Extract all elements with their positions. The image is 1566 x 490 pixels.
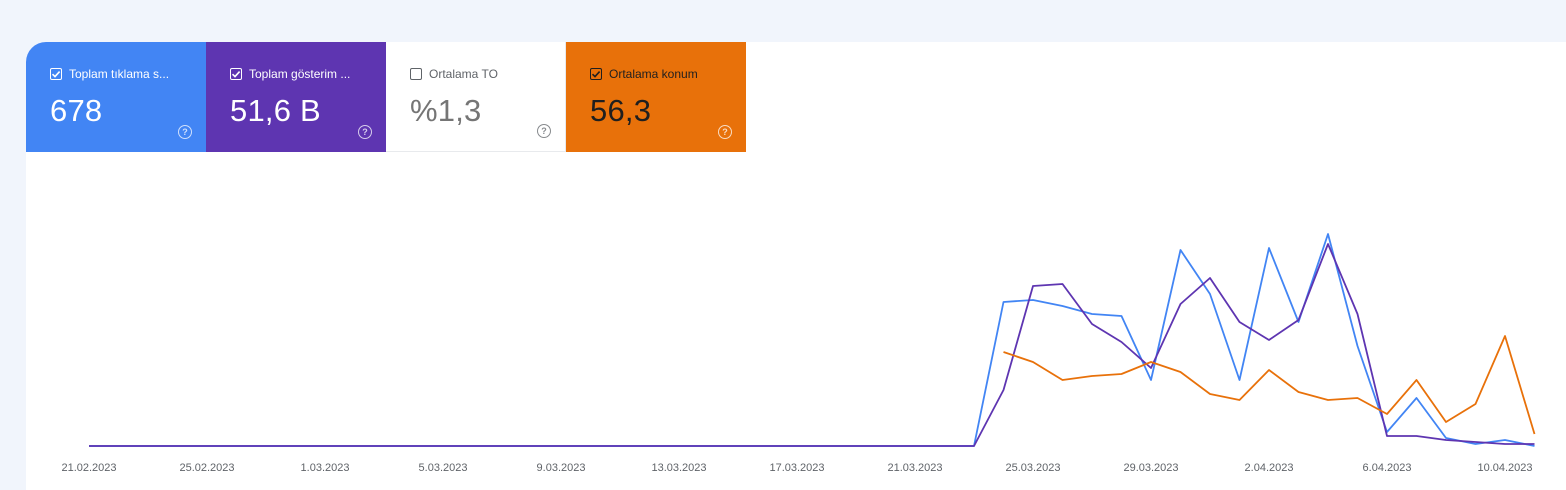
x-tick-label: 1.03.2023	[301, 462, 350, 474]
x-tick-label: 10.04.2023	[1477, 462, 1532, 474]
metric-total-impressions[interactable]: Toplam gösterim ... 51,6 B ?	[206, 42, 386, 152]
x-tick-label: 25.03.2023	[1005, 462, 1060, 474]
metric-average-position[interactable]: Ortalama konum 56,3 ?	[566, 42, 746, 152]
metric-value: 51,6 B	[230, 93, 321, 128]
x-tick-label: 13.03.2023	[651, 462, 706, 474]
metric-average-ctr[interactable]: Ortalama TO %1,3 ?	[386, 42, 566, 152]
x-tick-label: 9.03.2023	[537, 462, 586, 474]
x-tick-label: 29.03.2023	[1123, 462, 1178, 474]
metric-tabs: Toplam tıklama s... 678 ? Toplam gösteri…	[26, 42, 746, 152]
x-tick-label: 6.04.2023	[1363, 462, 1412, 474]
metric-total-clicks[interactable]: Toplam tıklama s... 678 ?	[26, 42, 206, 152]
metric-label: Toplam gösterim ...	[249, 67, 351, 81]
x-tick-label: 21.03.2023	[887, 462, 942, 474]
series-line-2	[1003, 335, 1536, 435]
help-icon[interactable]: ?	[178, 125, 192, 139]
x-tick-label: 21.02.2023	[61, 462, 116, 474]
metric-label: Ortalama konum	[609, 67, 698, 81]
help-icon[interactable]: ?	[358, 125, 372, 139]
x-tick-label: 25.02.2023	[179, 462, 234, 474]
help-icon[interactable]: ?	[537, 124, 551, 138]
x-tick-label: 17.03.2023	[769, 462, 824, 474]
metric-value: 56,3	[590, 93, 652, 128]
checkbox-checked-icon[interactable]	[50, 68, 62, 80]
series-line-0	[89, 233, 1535, 447]
help-icon[interactable]: ?	[718, 125, 732, 139]
checkbox-checked-icon[interactable]	[590, 68, 602, 80]
performance-card: 21.02.2023 25.02.2023 1.03.2023 5.03.2023 9.…	[26, 42, 1566, 490]
series-line-1	[89, 243, 1535, 447]
metric-label: Toplam tıklama s...	[69, 67, 170, 81]
x-tick-label: 2.04.2023	[1245, 462, 1294, 474]
checkbox-checked-icon[interactable]	[230, 68, 242, 80]
metric-value: 678	[50, 93, 103, 128]
checkbox-unchecked-icon[interactable]	[410, 68, 422, 80]
x-tick-label: 5.03.2023	[419, 462, 468, 474]
metric-label: Ortalama TO	[429, 67, 498, 81]
